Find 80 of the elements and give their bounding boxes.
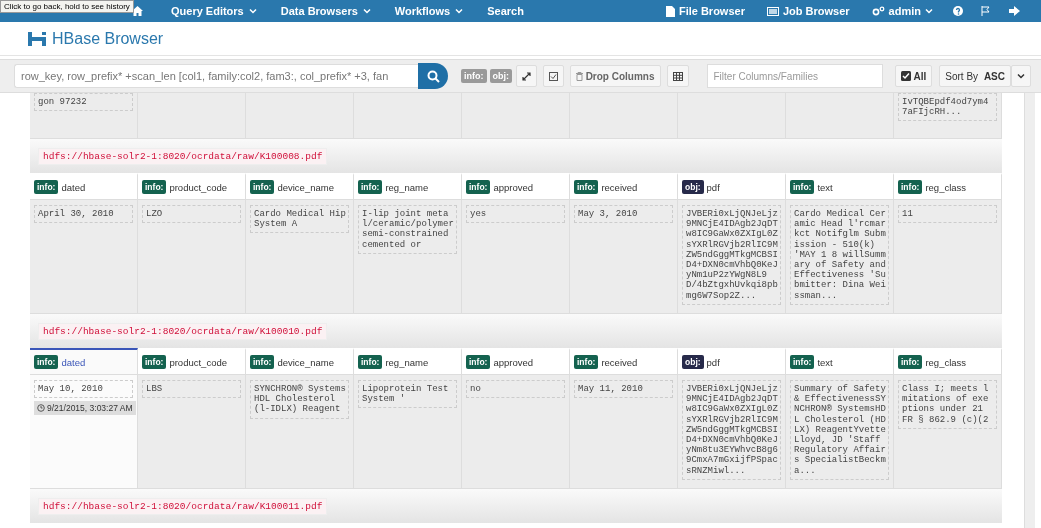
monitor-icon: [766, 6, 779, 16]
value-cell[interactable]: 11: [898, 205, 997, 224]
gears-icon: [871, 6, 885, 16]
nav-menu-item[interactable]: Workflows: [382, 5, 476, 17]
column-header[interactable]: info: reg_class: [894, 173, 1002, 199]
sign-out-icon[interactable]: [1009, 6, 1020, 16]
scrollbar[interactable]: [1024, 93, 1035, 528]
column-header[interactable]: info: product_code: [138, 348, 246, 374]
value-cell[interactable]: JVBERi0xLjQNJeLjz 9MNCjE4IDAgb2JqDT w8IC9GaWx0ZXIgL0Z sYXRlRGVjb2RlIC9M ZW5ndGggMTkgMCBSI D4+DXN0cmVhbQ0KeJ yNm8tu3EYWhvcB8g6 9CmxA7mGxijfPSpac sRNZMiwl...: [682, 380, 781, 480]
search-button[interactable]: [418, 63, 448, 89]
value-cell[interactable]: LBS: [142, 380, 241, 399]
query-field[interactable]: row_key, row_prefix* +scan_len [col1, family:col2, fam3:, col_prefix* +3, fan: [14, 64, 418, 88]
timestamp-badge: 9/21/2015, 3:03:27 AM: [34, 401, 136, 416]
all-button[interactable]: All: [894, 65, 933, 87]
grid-icon: [672, 71, 683, 81]
flag-icon[interactable]: [981, 6, 991, 16]
nav-menu-item[interactable]: admin: [860, 5, 944, 17]
value-cell: gon 97232: [34, 93, 133, 112]
column-header[interactable]: obj: pdf: [678, 348, 786, 374]
column-header[interactable]: info: received: [570, 348, 678, 374]
row-key[interactable]: hdfs://hbase-solr2-1:8020/ocrdata/raw/K100011.pdf: [38, 497, 328, 515]
diagonal-arrows-icon: [521, 71, 531, 81]
column-header[interactable]: info: device_name: [246, 348, 354, 374]
column-header[interactable]: info: approved: [462, 173, 570, 199]
value-cell[interactable]: JVBERi0xLjQNJeLjz 9MNCjE4IDAgb2JqDT w8IC9GaWx0ZXIgL0Z sYXRlRGVjb2RlIC9M ZW5ndGggMTkgMCBSI D4+DXN0cmVhbQ0KeJ yNm1uP2zYWgN8L9 D/4bZtgxhUvkqi8pb mg6W7Sop2Z...: [682, 205, 781, 305]
column-header[interactable]: info: reg_name: [354, 173, 462, 199]
column-header[interactable]: info: text: [786, 173, 894, 199]
value-cell[interactable]: Summary of Safety & EffectivenessSY NCHRON® SystemsHD L Cholesterol (HD LX) ReagentYvette Lloyd, JD 'Staff Regulatory Affair s SpecialistBeckm a...: [790, 380, 889, 480]
sort-button[interactable]: Sort By ASC: [939, 65, 1011, 87]
value-cell[interactable]: no: [466, 380, 565, 399]
value-cell: IvTQBEpdf4od7ym4 7aFIjcRH...: [898, 93, 997, 122]
value-cell[interactable]: SYNCHRON® Systems HDL Cholesterol (l-IDLX) Reagent: [250, 380, 349, 419]
filter-field[interactable]: Filter Columns/Families: [706, 64, 883, 88]
grid-button[interactable]: [666, 65, 689, 87]
trash-icon: [575, 71, 583, 81]
value-cell[interactable]: I-lip joint meta l/ceramic/polymer semi-constrained cemented or: [358, 205, 457, 254]
value-cell[interactable]: Class I; meets l mitations of exe ptions under 21 FR § 862.9 (c)(2: [898, 380, 997, 429]
column-header[interactable]: obj: pdf: [678, 173, 786, 199]
expand-button[interactable]: [515, 65, 537, 87]
chevron-down-icon: [248, 8, 257, 14]
checkbox-icon: [548, 71, 558, 81]
value-cell[interactable]: Cardo Medical Hip System A: [250, 205, 349, 234]
column-header[interactable]: info: reg_name: [354, 348, 462, 374]
value-cell[interactable]: May 3, 2010: [574, 205, 673, 224]
select-button[interactable]: [542, 65, 564, 87]
column-header[interactable]: info: device_name: [246, 173, 354, 199]
row-key[interactable]: hdfs://hbase-solr2-1:8020/ocrdata/raw/K100010.pdf: [38, 322, 328, 340]
help-icon[interactable]: [953, 6, 963, 16]
nav-menu-item[interactable]: Job Browser: [755, 5, 861, 17]
app-title: HBase Browser: [52, 29, 164, 48]
chevron-down-icon: [362, 8, 371, 14]
value-cell[interactable]: LZO: [142, 205, 241, 224]
chevron-down-icon: [925, 8, 933, 14]
value-cell[interactable]: April 30, 2010: [34, 205, 133, 224]
tooltip: Click to go back, hold to see history: [0, 0, 134, 13]
search-icon: [426, 69, 440, 83]
column-header[interactable]: info: approved: [462, 348, 570, 374]
value-cell[interactable]: Lipoprotein Test System ': [358, 380, 457, 409]
row-key[interactable]: hdfs://hbase-solr2-1:8020/ocrdata/raw/K100008.pdf: [38, 147, 328, 165]
column-header[interactable]: info: dated: [30, 348, 138, 374]
column-header[interactable]: info: received: [570, 173, 678, 199]
file-icon: [665, 5, 675, 17]
chevron-down-icon: [1017, 73, 1025, 79]
column-header[interactable]: info: reg_class: [894, 348, 1002, 374]
hbase-logo-icon: [28, 31, 46, 46]
nav-menu-item[interactable]: File Browser: [654, 5, 756, 17]
value-cell[interactable]: May 10, 2010: [34, 380, 133, 399]
nav-menu-item[interactable]: Data Browsers: [268, 5, 383, 17]
home-icon[interactable]: [132, 6, 143, 16]
value-cell[interactable]: Cardo Medical Cer amic Head l'rcmar kct Notifglm Subm ission - 510(k) 'MAY 1 8 willSumm ary of Safety and Effectiveness 'Su bmitter: Dina Wei ssman...: [790, 205, 889, 305]
value-cell[interactable]: yes: [466, 205, 565, 224]
column-header[interactable]: info: dated: [30, 173, 138, 199]
column-header[interactable]: info: product_code: [138, 173, 246, 199]
column-header[interactable]: info: text: [786, 348, 894, 374]
sort-dropdown-button[interactable]: [1011, 65, 1031, 87]
nav-menu-item[interactable]: Query Editors: [159, 5, 269, 17]
value-cell[interactable]: May 11, 2010: [574, 380, 673, 399]
nav-menu-item[interactable]: Search: [475, 5, 536, 17]
drop-columns-button[interactable]: Drop Columns: [569, 65, 661, 87]
chevron-down-icon: [455, 8, 464, 14]
